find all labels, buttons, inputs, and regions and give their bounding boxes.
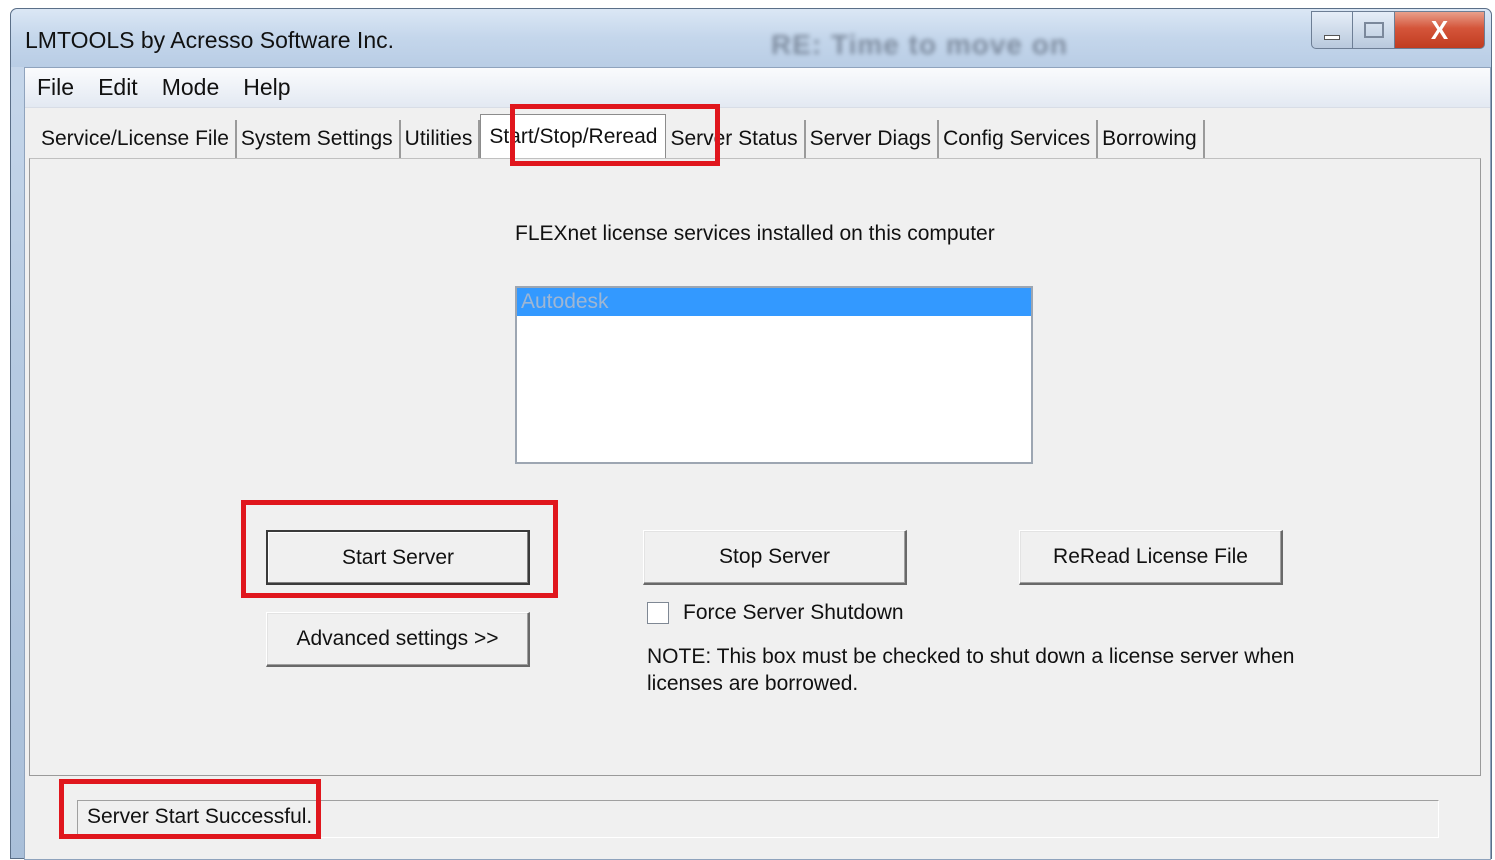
maximize-icon xyxy=(1363,22,1384,38)
client-area: File Edit Mode Help Service/License File… xyxy=(24,67,1491,860)
maximize-button[interactable] xyxy=(1353,11,1395,49)
force-shutdown-row: Force Server Shutdown xyxy=(647,601,904,625)
background-window-title: RE: Time to move on xyxy=(771,29,1068,60)
borrowed-licenses-note: NOTE: This box must be checked to shut d… xyxy=(647,645,1295,695)
reread-license-file-button[interactable]: ReRead License File xyxy=(1019,530,1283,585)
close-button[interactable]: X xyxy=(1395,11,1485,49)
menu-help[interactable]: Help xyxy=(243,74,290,101)
stop-server-button[interactable]: Stop Server xyxy=(643,530,907,585)
menu-edit[interactable]: Edit xyxy=(98,74,138,101)
minimize-button[interactable] xyxy=(1311,11,1353,49)
services-listbox[interactable]: Autodesk xyxy=(515,286,1033,464)
menu-mode[interactable]: Mode xyxy=(162,74,220,101)
close-icon: X xyxy=(1430,14,1449,45)
lmtools-window: LMTOOLS by Acresso Software Inc. RE: Tim… xyxy=(10,8,1492,860)
tab-service-license-file[interactable]: Service/License File xyxy=(37,120,237,158)
menu-file[interactable]: File xyxy=(37,74,74,101)
start-server-button[interactable]: Start Server xyxy=(266,530,530,585)
tab-utilities[interactable]: Utilities xyxy=(401,120,481,158)
tab-strip: Service/License File System Settings Uti… xyxy=(37,114,1205,158)
title-bar[interactable]: LMTOOLS by Acresso Software Inc. RE: Tim… xyxy=(11,9,1491,67)
services-label: FLEXnet license services installed on th… xyxy=(515,222,995,245)
tab-start-stop-reread[interactable]: Start/Stop/Reread xyxy=(480,114,667,158)
menu-bar: File Edit Mode Help xyxy=(25,68,1490,108)
force-shutdown-label[interactable]: Force Server Shutdown xyxy=(683,601,904,625)
advanced-settings-button[interactable]: Advanced settings >> xyxy=(266,612,530,667)
tab-config-services[interactable]: Config Services xyxy=(939,120,1099,158)
minimize-icon xyxy=(1324,34,1340,40)
force-shutdown-checkbox[interactable] xyxy=(647,602,669,624)
list-item[interactable]: Autodesk xyxy=(517,288,1031,316)
tab-server-status[interactable]: Server Status xyxy=(666,120,806,158)
tab-borrowing[interactable]: Borrowing xyxy=(1098,120,1205,158)
tab-system-settings[interactable]: System Settings xyxy=(237,120,401,158)
window-controls: X xyxy=(1311,11,1485,49)
tab-server-diags[interactable]: Server Diags xyxy=(806,120,940,158)
status-text: Server Start Successful. xyxy=(87,805,313,828)
start-stop-reread-panel: FLEXnet license services installed on th… xyxy=(29,158,1481,776)
window-title: LMTOOLS by Acresso Software Inc. xyxy=(25,27,394,53)
